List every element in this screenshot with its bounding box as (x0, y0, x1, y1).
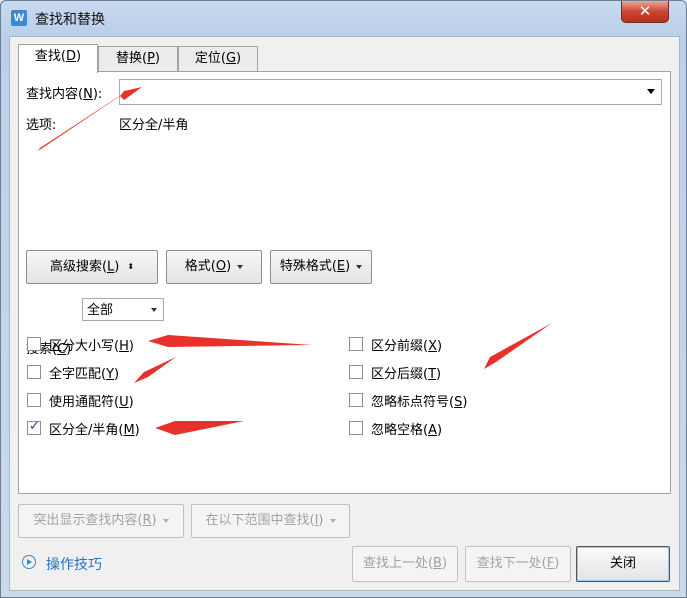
dialog-body: 查找(D) 替换(P) 定位(G) 查找内容(N): 选项: 区分全/半角 高级… (9, 36, 680, 591)
window-close-button[interactable]: ✕ (621, 1, 669, 23)
close-button[interactable]: 关闭 (576, 546, 670, 582)
ignore-punctuation-label[interactable]: 忽略标点符号(S) (371, 391, 467, 410)
dropdown-arrow-icon (237, 264, 244, 269)
tab-goto[interactable]: 定位(G) (178, 46, 258, 71)
match-case-label[interactable]: 区分大小写(H) (49, 335, 134, 354)
highlight-results-button[interactable]: 突出显示查找内容(R) (18, 504, 184, 538)
find-replace-dialog: W 查找和替换 ✕ 查找(D) 替换(P) 定位(G) 查找内容(N): 选项:… (0, 0, 687, 598)
match-suffix-checkbox[interactable] (349, 365, 363, 379)
wildcards-checkbox[interactable] (27, 393, 41, 407)
find-previous-button[interactable]: 查找上一处(B) (352, 546, 458, 582)
wildcards-label[interactable]: 使用通配符(U) (49, 391, 134, 410)
tab-replace[interactable]: 替换(P) (98, 46, 178, 71)
find-in-button[interactable]: 在以下范围中查找(I) (191, 504, 350, 538)
expand-updown-icon: ⬍ (127, 262, 135, 271)
ignore-whitespace-label[interactable]: 忽略空格(A) (371, 419, 442, 438)
match-case-checkbox[interactable] (27, 337, 41, 351)
tab-find[interactable]: 查找(D) (18, 44, 98, 73)
match-suffix-label[interactable]: 区分后缀(T) (371, 363, 441, 382)
dropdown-arrow-icon (356, 264, 363, 269)
match-width-label[interactable]: 区分全/半角(M) (49, 419, 140, 438)
ignore-whitespace-checkbox[interactable] (349, 421, 363, 435)
tips-link[interactable]: 操作技巧 (46, 554, 102, 574)
find-tab-panel: 查找内容(N): 选项: 区分全/半角 高级搜索(L) ⬍ 格式(O) 特殊格式(… (18, 71, 671, 494)
match-prefix-label[interactable]: 区分前缀(X) (371, 335, 442, 354)
options-value: 区分全/半角 (119, 118, 189, 133)
whole-word-checkbox[interactable] (27, 365, 41, 379)
find-what-label: 查找内容(N): (26, 87, 103, 102)
wps-writer-icon: W (11, 10, 27, 26)
ignore-punctuation-checkbox[interactable] (349, 393, 363, 407)
advanced-search-button[interactable]: 高级搜索(L) ⬍ (26, 250, 158, 284)
find-what-input[interactable] (119, 79, 662, 105)
dropdown-arrow-icon (329, 518, 336, 523)
match-prefix-checkbox[interactable] (349, 337, 363, 351)
options-label: 选项: (26, 118, 57, 133)
dropdown-arrow-icon (162, 518, 169, 523)
play-circle-icon[interactable] (22, 555, 36, 569)
format-button[interactable]: 格式(O) (166, 250, 262, 284)
chevron-down-icon[interactable] (647, 89, 655, 94)
whole-word-label[interactable]: 全字匹配(Y) (49, 363, 119, 382)
window-title: 查找和替换 (35, 12, 105, 28)
special-format-button[interactable]: 特殊格式(E) (270, 250, 372, 284)
dropdown-arrow-icon (151, 308, 157, 312)
checkmark-icon: ✓ (29, 419, 40, 434)
find-next-button[interactable]: 查找下一处(F) (465, 546, 571, 582)
match-width-checkbox[interactable]: ✓ (27, 419, 41, 435)
title-bar[interactable]: W 查找和替换 ✕ (1, 1, 686, 35)
search-direction-select[interactable]: 全部 (82, 298, 164, 321)
